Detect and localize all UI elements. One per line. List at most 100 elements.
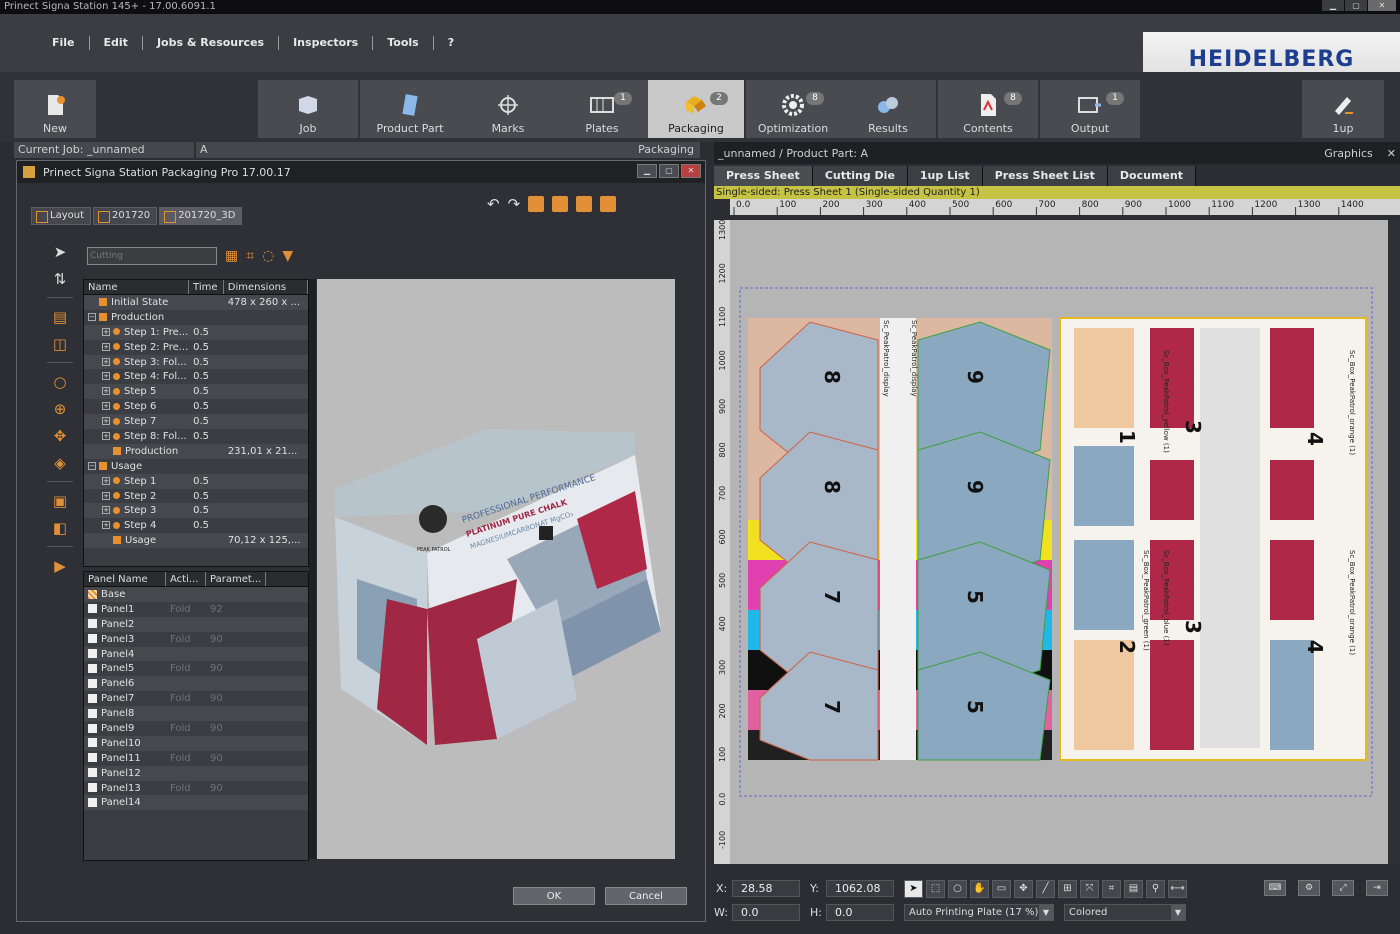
workflow-results[interactable]: Results — [840, 80, 936, 138]
tree-row[interactable]: − Production — [84, 310, 308, 325]
move-icon[interactable]: ✥ — [1014, 880, 1033, 898]
cube-icon[interactable]: ◧ — [51, 519, 69, 537]
panel-checkbox[interactable] — [88, 663, 97, 673]
workflow-plates[interactable]: Plates 1 — [556, 80, 648, 138]
panel-checkbox[interactable] — [88, 797, 97, 807]
expand-icon[interactable]: + — [102, 372, 110, 381]
tree-row[interactable]: + Step 4: Fol... 0.5 — [84, 369, 308, 384]
panel-checkbox[interactable] — [88, 723, 97, 733]
tree-row[interactable]: + Step 1: Pre... 0.5 — [84, 324, 308, 340]
tree-row[interactable]: + Step 2: Pre... 0.5 — [84, 340, 308, 355]
panel-row[interactable]: Panel5 Fold 90 — [84, 661, 308, 676]
tree-row[interactable]: + Step 3: Fol... 0.5 — [84, 354, 308, 370]
panel-row[interactable]: Panel4 — [84, 646, 308, 662]
menu-edit[interactable]: Edit — [90, 36, 143, 50]
menu-help[interactable]: ? — [434, 36, 468, 50]
tab-document[interactable]: Document — [1107, 166, 1196, 186]
pane-close-icon[interactable]: ✕ — [1387, 147, 1396, 160]
keyboard-icon[interactable]: ⌨ — [1264, 880, 1286, 896]
panel-checkbox[interactable] — [88, 604, 97, 614]
workflow-marks[interactable]: Marks — [460, 80, 556, 138]
rotate-icon[interactable]: ⇅ — [51, 270, 69, 288]
collapse-icon[interactable]: − — [88, 461, 96, 470]
workflow-packaging[interactable]: Packaging 2 — [648, 80, 744, 138]
print-icon[interactable] — [528, 196, 545, 212]
rect-icon[interactable]: ▭ — [992, 880, 1011, 898]
ok-button[interactable]: OK — [513, 887, 595, 905]
minimize-button[interactable]: ▁ — [1322, 0, 1344, 11]
tree-row[interactable]: Usage 70,12 x 125,... — [84, 533, 308, 549]
zoom-icon[interactable]: ○ — [51, 373, 69, 391]
panel-row[interactable]: Panel12 — [84, 765, 308, 781]
panel-checkbox[interactable] — [88, 589, 97, 599]
panel-row[interactable]: Base — [84, 587, 308, 602]
select-arrow-icon[interactable]: ➤ — [904, 880, 923, 898]
panel-row[interactable]: Panel9 Fold 90 — [84, 721, 308, 736]
tree-row[interactable]: + Step 4 0.5 — [84, 518, 308, 533]
tab-layout[interactable]: Layout — [31, 207, 91, 225]
hand-icon[interactable]: ✋ — [970, 880, 989, 898]
panel-row[interactable]: Panel1 Fold 92 — [84, 602, 308, 617]
tab-cutting-die[interactable]: Cutting Die — [812, 166, 908, 186]
panel-row[interactable]: Panel2 — [84, 616, 308, 632]
dialog-minimize-button[interactable]: ▁ — [637, 164, 657, 178]
undo-icon[interactable]: ↶ — [487, 195, 500, 213]
panel-checkbox[interactable] — [88, 649, 97, 659]
tree-scrollbar[interactable] — [309, 279, 316, 859]
play-icon[interactable]: ▶ — [51, 557, 69, 575]
tab-201720[interactable]: 201720 — [93, 207, 158, 225]
tree-row[interactable]: + Step 5 0.5 — [84, 384, 308, 400]
crop-marks-icon[interactable]: ⌗ — [1102, 880, 1121, 898]
panel-checkbox[interactable] — [88, 678, 97, 688]
canvas-scrollbar[interactable] — [1388, 220, 1400, 864]
menu-tools[interactable]: Tools — [373, 36, 434, 50]
expand-icon[interactable]: + — [102, 506, 110, 515]
menu-inspectors[interactable]: Inspectors — [279, 36, 374, 50]
folder-icon[interactable] — [600, 196, 617, 212]
tree-row[interactable]: + Step 7 0.5 — [84, 414, 308, 430]
y-field[interactable]: 1062.08 — [826, 880, 894, 897]
3d-viewer[interactable]: PROFESSIONAL PERFORMANCE PLATINUM PURE C… — [317, 279, 675, 859]
grid-icon[interactable]: ▦ — [225, 248, 238, 264]
panel-checkbox[interactable] — [88, 634, 97, 644]
panel-checkbox[interactable] — [88, 768, 97, 778]
h-field[interactable]: 0.0 — [826, 904, 894, 921]
menu-jobs-resources[interactable]: Jobs & Resources — [143, 36, 280, 50]
line-icon[interactable]: ╱ — [1036, 880, 1055, 898]
expand-icon[interactable]: + — [102, 387, 110, 396]
panel-row[interactable]: Panel3 Fold 90 — [84, 632, 308, 647]
expand-icon[interactable]: + — [102, 342, 110, 351]
image-icon[interactable]: ▣ — [51, 492, 69, 510]
scale-icon[interactable]: ⤧ — [1080, 880, 1099, 898]
tab-press-sheet[interactable]: Press Sheet — [714, 166, 813, 186]
cancel-button[interactable]: Cancel — [605, 887, 687, 905]
tree-row[interactable]: + Step 6 0.5 — [84, 399, 308, 414]
panel-checkbox[interactable] — [88, 619, 97, 629]
workflow-contents[interactable]: Contents 8 — [938, 80, 1038, 138]
pin-icon[interactable]: ⚲ — [1146, 880, 1165, 898]
expand-icon[interactable]: + — [102, 402, 110, 411]
tab-1up-list[interactable]: 1up List — [907, 166, 983, 186]
tree-row[interactable]: Production 231,01 x 21... — [84, 443, 308, 459]
measure-icon[interactable]: ⟷ — [1168, 880, 1187, 898]
tree-row[interactable]: + Step 1 0.5 — [84, 473, 308, 489]
collapse-icon[interactable]: − — [88, 312, 96, 321]
workflow-job[interactable]: Job — [258, 80, 358, 138]
tree-row[interactable]: Initial State 478 x 260 x ... — [84, 295, 308, 310]
zoom-tool-icon[interactable]: ○ — [948, 880, 967, 898]
zoom-in-icon[interactable]: ⊕ — [51, 400, 69, 418]
menu-file[interactable]: File — [38, 36, 90, 50]
workflow-optimization[interactable]: Optimization 8 — [746, 80, 840, 138]
expand-icon[interactable]: + — [102, 521, 110, 530]
cutting-input[interactable]: Cutting — [87, 247, 217, 265]
redo-icon[interactable]: ↷ — [508, 195, 521, 213]
panel-row[interactable]: Panel6 — [84, 676, 308, 692]
align-icon[interactable]: ⊞ — [1058, 880, 1077, 898]
export-icon[interactable] — [552, 196, 569, 212]
press-sheet-canvas[interactable]: 88779955 134234 Sc_Box_PeakPatrol_yellow — [730, 220, 1388, 864]
column-time[interactable]: Time — [189, 280, 224, 294]
dialog-maximize-button[interactable]: ▢ — [659, 164, 679, 178]
panel-checkbox[interactable] — [88, 738, 97, 748]
panel-row[interactable]: Panel8 — [84, 706, 308, 722]
close-button[interactable]: ✕ — [1368, 0, 1396, 11]
